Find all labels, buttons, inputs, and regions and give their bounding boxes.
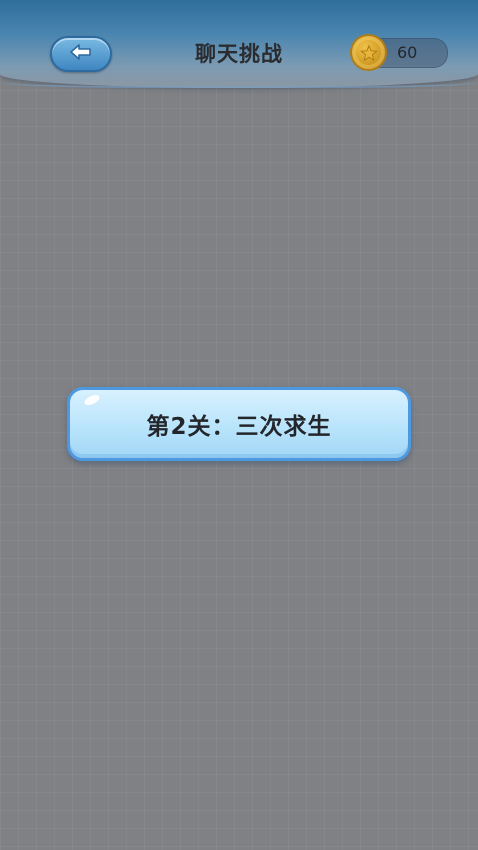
banner-gloss (83, 392, 101, 408)
coin-count: 60 (397, 43, 418, 62)
level-title: 第2关：三次求生 (146, 414, 332, 440)
level-banner: 第2关：三次求生 (67, 387, 411, 461)
coin-icon (352, 36, 385, 69)
